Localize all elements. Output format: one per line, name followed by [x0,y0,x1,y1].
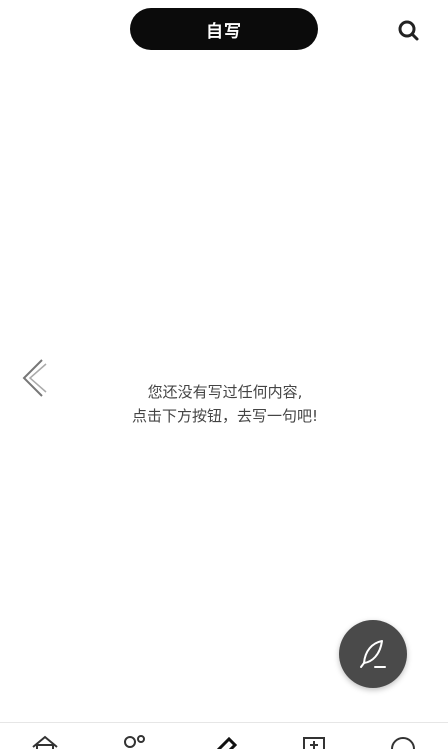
add-box-icon [302,737,325,749]
empty-state-line-1: 您还没有写过任何内容, [147,383,303,401]
nav-add[interactable] [294,723,334,749]
write-fab-button[interactable] [339,620,407,688]
people-icon [124,735,146,748]
search-icon [398,20,419,41]
search-button[interactable] [396,18,422,44]
empty-state-line-2: 点击下方按钮，去写一句吧! [131,407,318,425]
pen-icon [216,736,238,749]
nav-people[interactable] [114,723,154,749]
bottom-navigation [0,722,448,749]
home-icon [32,735,58,749]
page-title[interactable]: 自写 [130,8,318,50]
feather-pen-icon [360,640,386,668]
back-button[interactable] [18,358,50,398]
nav-profile[interactable] [383,723,423,749]
chevron-left-icon [22,359,47,397]
nav-write[interactable] [204,723,244,749]
nav-home[interactable] [25,723,65,749]
profile-icon [391,737,416,749]
page-title-label: 自写 [206,21,242,42]
empty-state-message: 您还没有写过任何内容, 点击下方按钮，去写一句吧! [60,380,390,428]
